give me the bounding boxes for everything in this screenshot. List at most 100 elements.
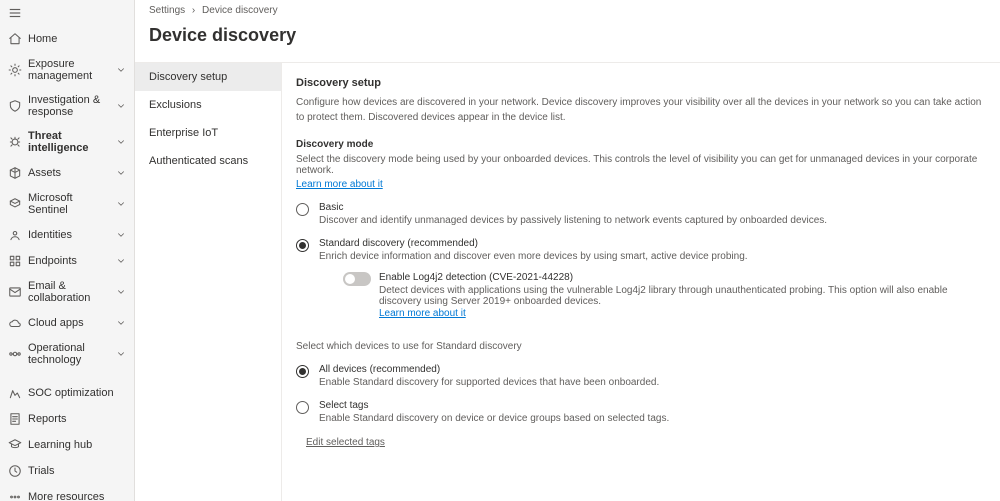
sidebar-item-label: Email & collaboration bbox=[28, 280, 110, 304]
bug-icon bbox=[8, 135, 22, 149]
sidebar-item-label: Investigation & response bbox=[28, 94, 110, 118]
chevron-down-icon bbox=[116, 65, 126, 75]
sidebar-item-label: Trials bbox=[28, 465, 126, 477]
tab-enterprise-iot[interactable]: Enterprise IoT bbox=[135, 119, 281, 147]
chevron-down-icon bbox=[116, 101, 126, 111]
sidebar-item-label: Exposure management bbox=[28, 58, 110, 82]
edit-selected-tags-link[interactable]: Edit selected tags bbox=[306, 437, 385, 448]
radio-standard-description: Enrich device information and discover e… bbox=[319, 251, 986, 262]
identity-icon bbox=[8, 228, 22, 242]
chevron-down-icon bbox=[116, 199, 126, 209]
sidebar-item-microsoft-sentinel[interactable]: Microsoft Sentinel bbox=[0, 186, 134, 222]
radio-standard[interactable]: Standard discovery (recommended) Enrich … bbox=[296, 238, 986, 319]
radio-all-devices-label: All devices (recommended) bbox=[319, 364, 986, 375]
cloud-icon bbox=[8, 316, 22, 330]
radio-standard-input[interactable] bbox=[296, 239, 309, 252]
log4j-learn-more-link[interactable]: Learn more about it bbox=[379, 308, 466, 319]
settings-pane: Discovery setup Configure how devices ar… bbox=[282, 63, 1000, 501]
tab-list: Discovery setupExclusionsEnterprise IoTA… bbox=[135, 63, 282, 501]
sidebar-item-label: SOC optimization bbox=[28, 387, 126, 399]
sidebar-item-learning-hub[interactable]: Learning hub bbox=[0, 432, 134, 458]
sidebar-item-home[interactable]: Home bbox=[0, 26, 134, 52]
chevron-down-icon bbox=[116, 137, 126, 147]
report-icon bbox=[8, 412, 22, 426]
mail-icon bbox=[8, 285, 22, 299]
tab-discovery-setup[interactable]: Discovery setup bbox=[135, 63, 281, 91]
grid-icon bbox=[8, 254, 22, 268]
sidebar-item-reports[interactable]: Reports bbox=[0, 406, 134, 432]
radio-select-tags[interactable]: Select tags Enable Standard discovery on… bbox=[296, 400, 986, 424]
which-devices-heading: Select which devices to use for Standard… bbox=[296, 341, 986, 352]
radio-basic[interactable]: Basic Discover and identify unmanaged de… bbox=[296, 202, 986, 226]
radio-select-tags-description: Enable Standard discovery on device or d… bbox=[319, 413, 986, 424]
log4j-toggle[interactable] bbox=[343, 272, 371, 286]
section-description: Configure how devices are discovered in … bbox=[296, 95, 986, 125]
chevron-down-icon bbox=[116, 287, 126, 297]
sidebar-item-label: Microsoft Sentinel bbox=[28, 192, 110, 216]
section-title: Discovery setup bbox=[296, 77, 986, 89]
sidebar-item-label: Assets bbox=[28, 167, 110, 179]
log4j-toggle-label: Enable Log4j2 detection (CVE-2021-44228) bbox=[379, 272, 986, 283]
breadcrumb-settings[interactable]: Settings bbox=[149, 5, 185, 16]
breadcrumb-device-discovery[interactable]: Device discovery bbox=[202, 5, 278, 16]
sidebar: Home Exposure management Investigation & r… bbox=[0, 0, 135, 501]
main: Settings › Device discovery Device disco… bbox=[135, 0, 1000, 501]
sidebar-item-label: Learning hub bbox=[28, 439, 126, 451]
radio-basic-input[interactable] bbox=[296, 203, 309, 216]
radio-all-devices-input[interactable] bbox=[296, 365, 309, 378]
sidebar-item-label: Home bbox=[28, 33, 126, 45]
sidebar-item-label: Operational technology bbox=[28, 342, 110, 366]
radio-standard-label: Standard discovery (recommended) bbox=[319, 238, 986, 249]
chevron-down-icon bbox=[116, 349, 126, 359]
learn-icon bbox=[8, 438, 22, 452]
trial-icon bbox=[8, 464, 22, 478]
sidebar-item-exposure-management[interactable]: Exposure management bbox=[0, 52, 134, 88]
hamburger-button[interactable] bbox=[0, 0, 134, 26]
sidebar-item-endpoints[interactable]: Endpoints bbox=[0, 248, 134, 274]
sidebar-item-investigation-response[interactable]: Investigation & response bbox=[0, 88, 134, 124]
sidebar-item-label: Identities bbox=[28, 229, 110, 241]
tab-authenticated-scans[interactable]: Authenticated scans bbox=[135, 147, 281, 175]
sidebar-item-label: Threat intelligence bbox=[28, 130, 110, 154]
sidebar-item-label: More resources bbox=[28, 491, 126, 501]
radio-all-devices-description: Enable Standard discovery for supported … bbox=[319, 377, 986, 388]
sidebar-item-email-collaboration[interactable]: Email & collaboration bbox=[0, 274, 134, 310]
learn-more-link[interactable]: Learn more about it bbox=[296, 179, 383, 190]
sidebar-item-soc-optimization[interactable]: SOC optimization bbox=[0, 380, 134, 406]
chevron-down-icon bbox=[116, 230, 126, 240]
log4j-toggle-description: Detect devices with applications using t… bbox=[379, 285, 986, 307]
cube-icon bbox=[8, 166, 22, 180]
sidebar-item-cloud-apps[interactable]: Cloud apps bbox=[0, 310, 134, 336]
radio-basic-description: Discover and identify unmanaged devices … bbox=[319, 215, 986, 226]
sidebar-item-threat-intelligence[interactable]: Threat intelligence bbox=[0, 124, 134, 160]
radio-select-tags-input[interactable] bbox=[296, 401, 309, 414]
ot-icon bbox=[8, 347, 22, 361]
sidebar-item-assets[interactable]: Assets bbox=[0, 160, 134, 186]
radio-basic-label: Basic bbox=[319, 202, 986, 213]
sidebar-item-label: Endpoints bbox=[28, 255, 110, 267]
sun-icon bbox=[8, 63, 22, 77]
sidebar-item-label: Reports bbox=[28, 413, 126, 425]
chevron-down-icon bbox=[116, 256, 126, 266]
home-icon bbox=[8, 32, 22, 46]
sidebar-item-operational-technology[interactable]: Operational technology bbox=[0, 336, 134, 372]
shield-icon bbox=[8, 99, 22, 113]
tab-exclusions[interactable]: Exclusions bbox=[135, 91, 281, 119]
page-title: Device discovery bbox=[135, 21, 1000, 62]
sidebar-item-label: Cloud apps bbox=[28, 317, 110, 329]
radio-all-devices[interactable]: All devices (recommended) Enable Standar… bbox=[296, 364, 986, 388]
more-icon bbox=[8, 490, 22, 501]
sidebar-item-identities[interactable]: Identities bbox=[0, 222, 134, 248]
chevron-down-icon bbox=[116, 318, 126, 328]
content-area: Discovery setupExclusionsEnterprise IoTA… bbox=[135, 62, 1000, 501]
sentinel-icon bbox=[8, 197, 22, 211]
breadcrumb: Settings › Device discovery bbox=[135, 0, 1000, 21]
discovery-mode-description: Select the discovery mode being used by … bbox=[296, 154, 986, 176]
chevron-right-icon: › bbox=[192, 5, 195, 16]
radio-select-tags-label: Select tags bbox=[319, 400, 986, 411]
discovery-mode-heading: Discovery mode bbox=[296, 139, 986, 150]
sidebar-item-trials[interactable]: Trials bbox=[0, 458, 134, 484]
sidebar-item-more-resources[interactable]: More resources bbox=[0, 484, 134, 501]
chevron-down-icon bbox=[116, 168, 126, 178]
soc-icon bbox=[8, 386, 22, 400]
